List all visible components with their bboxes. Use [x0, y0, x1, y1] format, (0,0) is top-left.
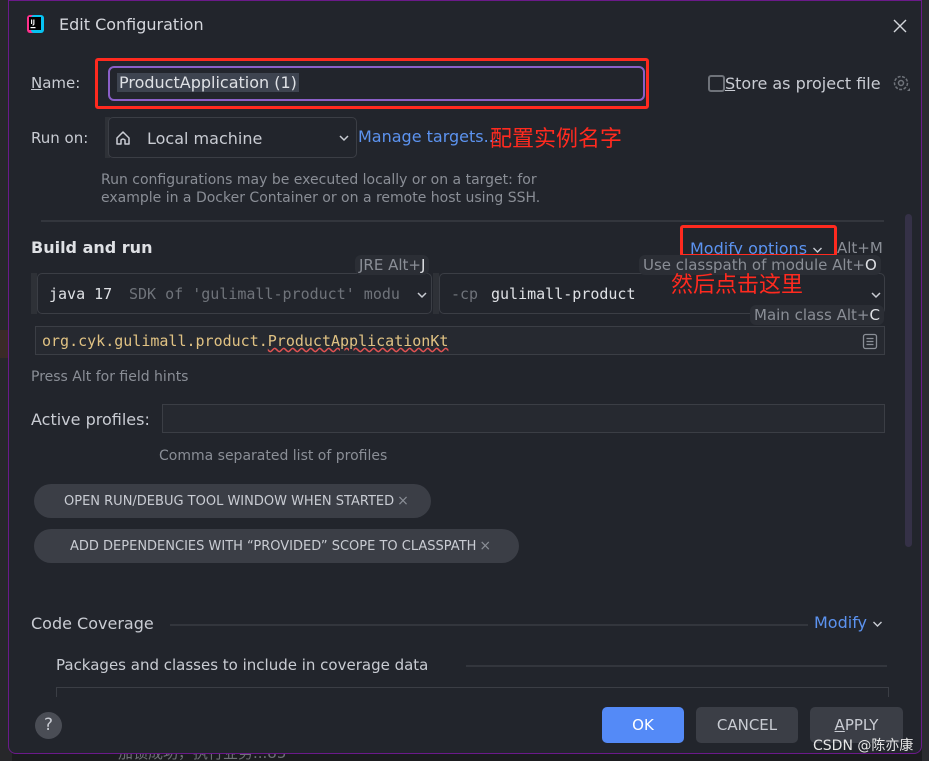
active-profiles-label: Active profiles:: [31, 410, 150, 429]
store-as-project-file-checkbox[interactable]: [708, 75, 725, 92]
classpath-prefix: -cp: [451, 285, 479, 303]
jre-detail: SDK of 'gulimall-product' modu: [129, 285, 400, 303]
run-on-hint-line-2: example in a Docker Container or on a re…: [101, 190, 541, 206]
main-class-value: org.cyk.gulimall.product.ProductApplicat…: [42, 332, 449, 350]
edit-configuration-dialog: IJ Edit Configuration Name: ProductAppli…: [8, 0, 922, 754]
code-coverage-modify-link[interactable]: Modify: [814, 613, 883, 632]
option-chip-label: OPEN RUN/DEBUG TOOL WINDOW WHEN STARTED: [64, 494, 395, 509]
field-hints-text: Press Alt for field hints: [31, 369, 189, 385]
annotation-name-highlight: [95, 58, 649, 109]
jre-value: java 17: [49, 285, 113, 303]
vertical-scrollbar[interactable]: [905, 214, 912, 547]
option-chip-label: ADD DEPENDENCIES WITH “PROVIDED” SCOPE T…: [70, 539, 477, 554]
main-class-input[interactable]: org.cyk.gulimall.product.ProductApplicat…: [35, 326, 885, 355]
store-as-project-file-label[interactable]: Store as project file: [725, 74, 881, 93]
intellij-idea-icon: IJ: [27, 15, 44, 33]
coverage-packages-table[interactable]: [56, 687, 889, 697]
run-on-hint-line-1: Run configurations may be executed local…: [101, 172, 537, 188]
close-icon: [893, 19, 907, 33]
name-label: Name:: [31, 74, 81, 92]
code-coverage-title: Code Coverage: [31, 614, 154, 633]
help-button[interactable]: ?: [35, 712, 62, 739]
svg-text:IJ: IJ: [31, 19, 35, 26]
option-chip: ADD DEPENDENCIES WITH “PROVIDED” SCOPE T…: [34, 529, 519, 563]
gear-icon[interactable]: [891, 73, 911, 93]
remove-chip-icon[interactable]: ×: [479, 538, 491, 554]
browse-class-icon[interactable]: [862, 333, 878, 350]
section-separator: [170, 624, 808, 626]
dialog-title: Edit Configuration: [59, 15, 204, 34]
annotation-modify-highlight: [680, 225, 837, 257]
annotation-modify-note: 然后点击这里: [671, 273, 804, 298]
run-on-dropdown[interactable]: Local machine: [108, 117, 357, 158]
jre-shortcut-hint: JRE Alt+J: [355, 255, 430, 275]
chevron-down-icon: [417, 292, 427, 299]
close-button[interactable]: [889, 15, 911, 37]
ok-button[interactable]: OK: [602, 707, 684, 743]
chevron-down-icon: [339, 135, 349, 142]
section-separator: [466, 665, 887, 667]
house-icon: [116, 131, 130, 145]
section-separator: [41, 220, 884, 222]
csdn-watermark: CSDN @陈亦康: [813, 738, 914, 754]
background-ide-right: [922, 0, 929, 761]
annotation-name-note: 配置实例名字: [490, 127, 623, 152]
run-on-value: Local machine: [147, 129, 263, 148]
active-profiles-input[interactable]: [162, 404, 885, 433]
manage-targets-link[interactable]: Manage targets...: [358, 127, 499, 146]
active-profiles-hint: Comma separated list of profiles: [159, 448, 388, 464]
option-chip: OPEN RUN/DEBUG TOOL WINDOW WHEN STARTED ×: [34, 484, 431, 518]
coverage-packages-subtitle: Packages and classes to include in cover…: [56, 656, 429, 674]
chevron-down-icon: [873, 621, 883, 627]
main-class-shortcut-hint: Main class Alt+C: [750, 305, 884, 325]
cancel-button[interactable]: CANCEL: [696, 707, 798, 743]
run-on-label: Run on:: [31, 129, 89, 147]
remove-chip-icon[interactable]: ×: [397, 493, 409, 509]
build-and-run-title: Build and run: [31, 238, 153, 257]
jre-dropdown[interactable]: java 17 SDK of 'gulimall-product' modu: [37, 273, 432, 314]
chevron-down-icon: [871, 292, 881, 299]
classpath-value: gulimall-product: [491, 285, 636, 303]
